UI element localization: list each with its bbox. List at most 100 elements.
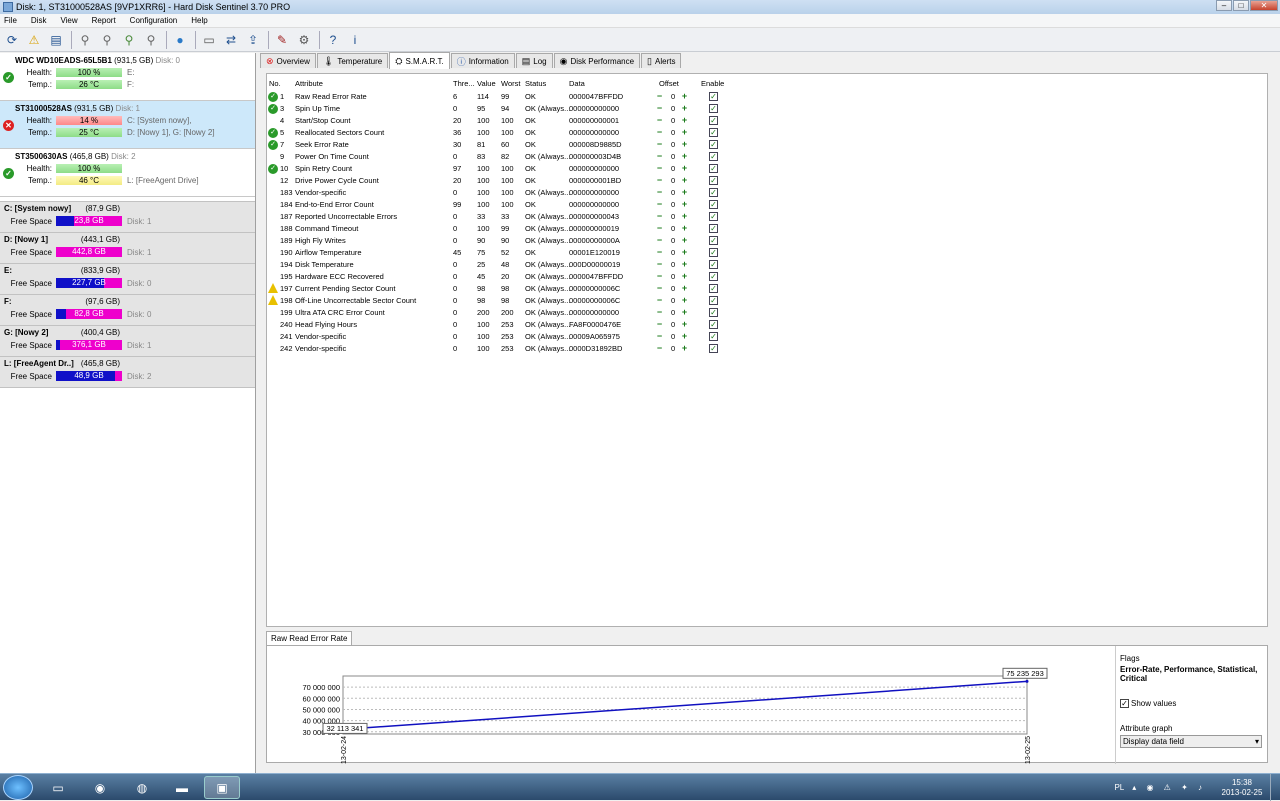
tray-icons[interactable]: ▴ ◉ ⚠ ✦ ♪ — [1132, 783, 1206, 792]
enable-checkbox[interactable]: ✓ — [709, 320, 718, 329]
table-row[interactable]: 12 Drive Power Cycle Count 20 100 100 OK 00000… — [267, 175, 747, 187]
volume-item[interactable]: G: [Nowy 2] (400,4 GB) Free Space 376,1 GB D… — [0, 326, 255, 357]
col-offset[interactable]: Offset — [659, 79, 679, 88]
export-icon[interactable]: ⇪ — [243, 30, 263, 50]
menu-file[interactable]: File — [4, 16, 17, 25]
enable-checkbox[interactable]: ✓ — [709, 344, 718, 353]
warning-icon[interactable]: ⚠ — [24, 30, 44, 50]
table-row[interactable]: ✓ 7 Seek Error Rate 30 81 60 OK 000008D9885D −0 +… — [267, 139, 747, 151]
volume-item[interactable]: C: [System nowy] (87,9 GB) Free Space 23,8 … — [0, 202, 255, 233]
sync-icon[interactable]: ⇄ — [221, 30, 241, 50]
offset-minus-button[interactable]: − — [655, 260, 664, 269]
col-data[interactable]: Data — [569, 79, 585, 88]
table-row[interactable]: 195 Hardware ECC Recovered 0 45 20 OK (Always… — [267, 271, 747, 283]
minimize-button[interactable]: – — [1216, 0, 1232, 11]
start-button[interactable] — [3, 775, 33, 800]
disk-item[interactable]: ST31000528AS (931,5 GB) Disk: 1 ✕ Health… — [0, 101, 255, 149]
col-enable[interactable]: Enable — [701, 79, 724, 88]
offset-minus-button[interactable]: − — [655, 248, 664, 257]
disk-tool-4-icon[interactable]: ⚲ — [141, 30, 161, 50]
chrome-icon[interactable]: ◉ — [82, 776, 118, 799]
offset-minus-button[interactable]: − — [655, 332, 664, 341]
col-status[interactable]: Status — [525, 79, 546, 88]
enable-checkbox[interactable]: ✓ — [709, 188, 718, 197]
table-row[interactable]: ✓ 5 Reallocated Sectors Count 36 100 100 OK 000… — [267, 127, 747, 139]
table-row[interactable]: ✓ 3 Spin Up Time 0 95 94 OK (Always... 00000000… — [267, 103, 747, 115]
volume-item[interactable]: D: [Nowy 1] (443,1 GB) Free Space 442,8 GB D… — [0, 233, 255, 264]
table-row[interactable]: 183 Vendor-specific 0 100 100 OK (Always... 00… — [267, 187, 747, 199]
report-icon[interactable]: ▤ — [46, 30, 66, 50]
enable-checkbox[interactable]: ✓ — [709, 116, 718, 125]
offset-plus-button[interactable]: + — [680, 128, 689, 137]
offset-minus-button[interactable]: − — [655, 236, 664, 245]
enable-checkbox[interactable]: ✓ — [709, 224, 718, 233]
firefox-icon[interactable]: ◍ — [124, 776, 160, 799]
offset-plus-button[interactable]: + — [680, 296, 689, 305]
tab-alerts[interactable]: ▯ Alerts — [641, 53, 682, 68]
offset-minus-button[interactable]: − — [655, 152, 664, 161]
menu-help[interactable]: Help — [191, 16, 207, 25]
enable-checkbox[interactable]: ✓ — [709, 272, 718, 281]
offset-plus-button[interactable]: + — [680, 152, 689, 161]
table-row[interactable]: 4 Start/Stop Count 20 100 100 OK 000000000001 −… — [267, 115, 747, 127]
volume-item[interactable]: F: (97,6 GB) Free Space 82,8 GB Disk: 0 — [0, 295, 255, 326]
enable-checkbox[interactable]: ✓ — [709, 296, 718, 305]
offset-plus-button[interactable]: + — [680, 236, 689, 245]
enable-checkbox[interactable]: ✓ — [709, 92, 718, 101]
test-icon[interactable]: ✎ — [272, 30, 292, 50]
offset-plus-button[interactable]: + — [680, 284, 689, 293]
offset-plus-button[interactable]: + — [680, 212, 689, 221]
offset-minus-button[interactable]: − — [655, 296, 664, 305]
offset-plus-button[interactable]: + — [680, 332, 689, 341]
offset-minus-button[interactable]: − — [655, 164, 664, 173]
tab-temperature[interactable]: 🌡 Temperature — [316, 53, 389, 68]
col-value[interactable]: Value — [477, 79, 496, 88]
globe-icon[interactable]: ● — [170, 30, 190, 50]
table-row[interactable]: 240 Head Flying Hours 0 100 253 OK (Always...… — [267, 319, 747, 331]
copy-icon[interactable]: ▭ — [199, 30, 219, 50]
menu-configuration[interactable]: Configuration — [130, 16, 178, 25]
table-row[interactable]: 188 Command Timeout 0 100 99 OK (Always... 000… — [267, 223, 747, 235]
offset-minus-button[interactable]: − — [655, 308, 664, 317]
disk-item[interactable]: WDC WD10EADS-65L5B1 (931,5 GB) Disk: 0 ✓… — [0, 53, 255, 101]
offset-minus-button[interactable]: − — [655, 212, 664, 221]
tab-overview[interactable]: ⊗ Overview — [260, 53, 316, 68]
offset-plus-button[interactable]: + — [680, 164, 689, 173]
offset-plus-button[interactable]: + — [680, 344, 689, 353]
offset-plus-button[interactable]: + — [680, 104, 689, 113]
offset-minus-button[interactable]: − — [655, 320, 664, 329]
refresh-icon[interactable]: ⟳ — [2, 30, 22, 50]
tab-disk-performance[interactable]: ◉ Disk Performance — [553, 53, 641, 68]
col-worst[interactable]: Worst — [501, 79, 520, 88]
offset-minus-button[interactable]: − — [655, 344, 664, 353]
clock[interactable]: 15:38 2013-02-25 — [1214, 778, 1270, 798]
table-row[interactable]: 197 Current Pending Sector Count 0 98 98 OK (… — [267, 283, 747, 295]
table-row[interactable]: ✓ 1 Raw Read Error Rate 6 114 99 OK 0000047BFFD… — [267, 91, 747, 103]
enable-checkbox[interactable]: ✓ — [709, 152, 718, 161]
table-row[interactable]: 198 Off-Line Uncorrectable Sector Count 0 9… — [267, 295, 747, 307]
table-row[interactable]: ✓ 10 Spin Retry Count 97 100 100 OK 00000000000… — [267, 163, 747, 175]
volume-item[interactable]: L: [FreeAgent Dr..] (465,8 GB) Free Space 4… — [0, 357, 255, 388]
offset-minus-button[interactable]: − — [655, 200, 664, 209]
offset-minus-button[interactable]: − — [655, 116, 664, 125]
close-button[interactable]: ✕ — [1250, 0, 1278, 11]
disk-item[interactable]: ST3500630AS (465,8 GB) Disk: 2 ✓ Health:… — [0, 149, 255, 197]
offset-plus-button[interactable]: + — [680, 176, 689, 185]
offset-minus-button[interactable]: − — [655, 104, 664, 113]
maximize-button[interactable]: □ — [1233, 0, 1249, 11]
offset-minus-button[interactable]: − — [655, 140, 664, 149]
display-field-select[interactable]: Display data field ▾ — [1120, 735, 1262, 748]
folder-icon[interactable]: ▬ — [164, 776, 200, 799]
offset-minus-button[interactable]: − — [655, 284, 664, 293]
volume-item[interactable]: E: (833,9 GB) Free Space 227,7 GB Disk: 0 — [0, 264, 255, 295]
offset-minus-button[interactable]: − — [655, 188, 664, 197]
enable-checkbox[interactable]: ✓ — [709, 212, 718, 221]
menu-disk[interactable]: Disk — [31, 16, 47, 25]
table-row[interactable]: 187 Reported Uncorrectable Errors 0 33 33 OK … — [267, 211, 747, 223]
enable-checkbox[interactable]: ✓ — [709, 200, 718, 209]
table-row[interactable]: 189 High Fly Writes 0 90 90 OK (Always... 0000… — [267, 235, 747, 247]
language-indicator[interactable]: PL — [1114, 783, 1124, 792]
offset-plus-button[interactable]: + — [680, 188, 689, 197]
disk-tool-3-icon[interactable]: ⚲ — [119, 30, 139, 50]
help-icon[interactable]: ? — [323, 30, 343, 50]
